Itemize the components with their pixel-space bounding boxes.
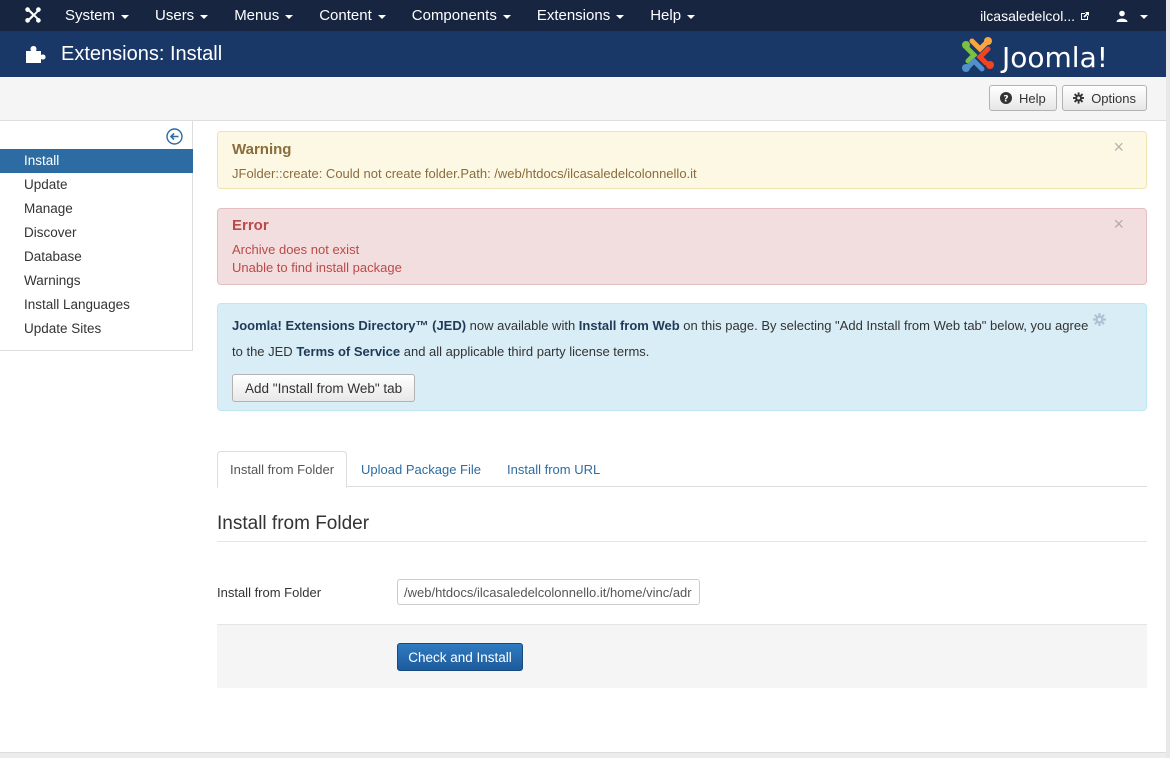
- options-label: Options: [1091, 90, 1136, 106]
- joomla-brand-logo: Joomla!: [962, 37, 1108, 74]
- sidebar-item-label: Install Languages: [24, 297, 130, 312]
- gear-icon[interactable]: [1093, 313, 1106, 326]
- caret-down-icon: [616, 14, 625, 19]
- nav-label: Extensions: [536, 7, 611, 24]
- caret-down-icon: [377, 14, 386, 19]
- caret-down-icon: [687, 14, 696, 19]
- form-actions: Check and Install: [217, 624, 1147, 688]
- caret-down-icon: [502, 14, 511, 19]
- alert-heading: Warning: [232, 141, 292, 158]
- nav-label: Menus: [234, 7, 280, 24]
- gear-icon: [1073, 92, 1085, 104]
- sidebar-item-install[interactable]: Install: [0, 149, 193, 173]
- sidebar-item-update[interactable]: Update: [0, 173, 193, 197]
- caret-down-icon: [1140, 14, 1148, 19]
- joomla-logo-icon[interactable]: [24, 6, 42, 24]
- user-menu[interactable]: [1116, 10, 1148, 22]
- alert-message: Archive does not exist: [232, 242, 360, 257]
- info-text: on this page. By selecting "Add Install …: [679, 318, 1089, 333]
- alert-message: Unable to find install package: [232, 260, 402, 275]
- site-link[interactable]: ilcasaledelcol...: [980, 8, 1090, 24]
- sidebar-item-discover[interactable]: Discover: [0, 221, 193, 245]
- sidebar-item-install-languages[interactable]: Install Languages: [0, 293, 193, 317]
- tab-install-from-folder[interactable]: Install from Folder: [217, 451, 348, 488]
- main-menu: System Users Menus Content Components Ex…: [52, 0, 708, 31]
- sidebar-item-label: Update Sites: [24, 321, 102, 336]
- brand-text: Joomla!: [1000, 41, 1108, 74]
- add-install-from-web-button[interactable]: Add "Install from Web" tab: [232, 374, 416, 402]
- page-title: Extensions: Install: [61, 43, 223, 65]
- install-web-text: Install from Web: [578, 318, 680, 333]
- nav-right: ilcasaledelcol...: [980, 0, 1148, 31]
- tab-upload-package-file[interactable]: Upload Package File: [349, 451, 493, 487]
- nav-help[interactable]: Help: [637, 0, 708, 31]
- sidebar-item-label: Install: [24, 153, 60, 168]
- sidebar-item-label: Update: [24, 177, 68, 192]
- divider: [217, 541, 1147, 542]
- nav-extensions[interactable]: Extensions: [524, 0, 637, 31]
- nav-label: Help: [650, 7, 682, 24]
- external-link-icon: [1081, 11, 1089, 20]
- close-icon[interactable]: ×: [1113, 138, 1124, 156]
- install-folder-label: Install from Folder: [217, 585, 322, 600]
- sidebar-item-update-sites[interactable]: Update Sites: [0, 317, 193, 341]
- sidebar-item-warnings[interactable]: Warnings: [0, 269, 193, 293]
- sidebar-item-manage[interactable]: Manage: [0, 197, 193, 221]
- puzzle-icon: [26, 46, 46, 63]
- sidebar-item-label: Manage: [24, 201, 73, 216]
- svg-text:?: ?: [1003, 95, 1008, 105]
- caret-down-icon: [285, 14, 294, 19]
- nav-components[interactable]: Components: [399, 0, 524, 31]
- caret-down-icon: [121, 14, 130, 19]
- warning-alert: Warning JFolder::create: Could not creat…: [217, 131, 1147, 189]
- info-line-1: Joomla! Extensions Directory™ (JED) now …: [232, 318, 1088, 333]
- nav-label: Content: [319, 7, 372, 24]
- window-scrollbar[interactable]: [1166, 0, 1170, 758]
- jed-info-alert: Joomla! Extensions Directory™ (JED) now …: [217, 303, 1147, 411]
- info-text: to the JED: [232, 344, 297, 359]
- alert-message: JFolder::create: Could not create folder…: [232, 166, 697, 181]
- sidebar-item-label: Discover: [24, 225, 77, 240]
- info-text: and all applicable third party license t…: [400, 344, 650, 359]
- error-alert: Error Archive does not exist Unable to f…: [217, 208, 1147, 285]
- nav-system[interactable]: System: [52, 0, 142, 31]
- nav-content[interactable]: Content: [306, 0, 399, 31]
- sidebar-item-label: Warnings: [24, 273, 81, 288]
- page-header: Extensions: Install Joomla!: [0, 31, 1166, 77]
- info-line-2: to the JED Terms of Service and all appl…: [232, 344, 649, 359]
- site-name: ilcasaledelcol...: [980, 7, 1075, 24]
- nav-label: System: [65, 7, 116, 24]
- sidebar-menu: Install Update Manage Discover Database …: [0, 149, 193, 341]
- arrow-left-circle-icon[interactable]: [166, 128, 183, 145]
- caret-down-icon: [200, 14, 209, 19]
- nav-label: Users: [155, 7, 195, 24]
- install-tabs: Install from Folder Upload Package File …: [217, 451, 1147, 488]
- nav-users[interactable]: Users: [142, 0, 221, 31]
- close-icon[interactable]: ×: [1113, 215, 1124, 233]
- user-icon: [1116, 10, 1128, 22]
- alert-heading: Error: [232, 217, 269, 234]
- section-title: Install from Folder: [217, 513, 370, 534]
- sidebar-item-label: Database: [24, 249, 82, 264]
- info-text: now available with: [466, 318, 579, 333]
- top-navbar: System Users Menus Content Components Ex…: [0, 0, 1166, 31]
- check-and-install-button[interactable]: Check and Install: [397, 643, 523, 671]
- install-folder-input[interactable]: [397, 579, 700, 605]
- terms-of-service-link[interactable]: Terms of Service: [296, 344, 400, 359]
- jed-name: Joomla! Extensions Directory™ (JED): [232, 318, 467, 333]
- toolbar: ? Help Options: [0, 77, 1166, 121]
- tab-install-from-url[interactable]: Install from URL: [495, 451, 612, 487]
- sidebar-item-database[interactable]: Database: [0, 245, 193, 269]
- question-circle-icon: ?: [1000, 92, 1012, 104]
- nav-label: Components: [411, 7, 497, 24]
- options-button[interactable]: Options: [1062, 85, 1147, 111]
- nav-menus[interactable]: Menus: [221, 0, 306, 31]
- help-button[interactable]: ? Help: [989, 85, 1057, 111]
- sidebar: Install Update Manage Discover Database …: [0, 121, 193, 351]
- footer-divider: [0, 752, 1166, 758]
- help-label: Help: [1019, 90, 1046, 106]
